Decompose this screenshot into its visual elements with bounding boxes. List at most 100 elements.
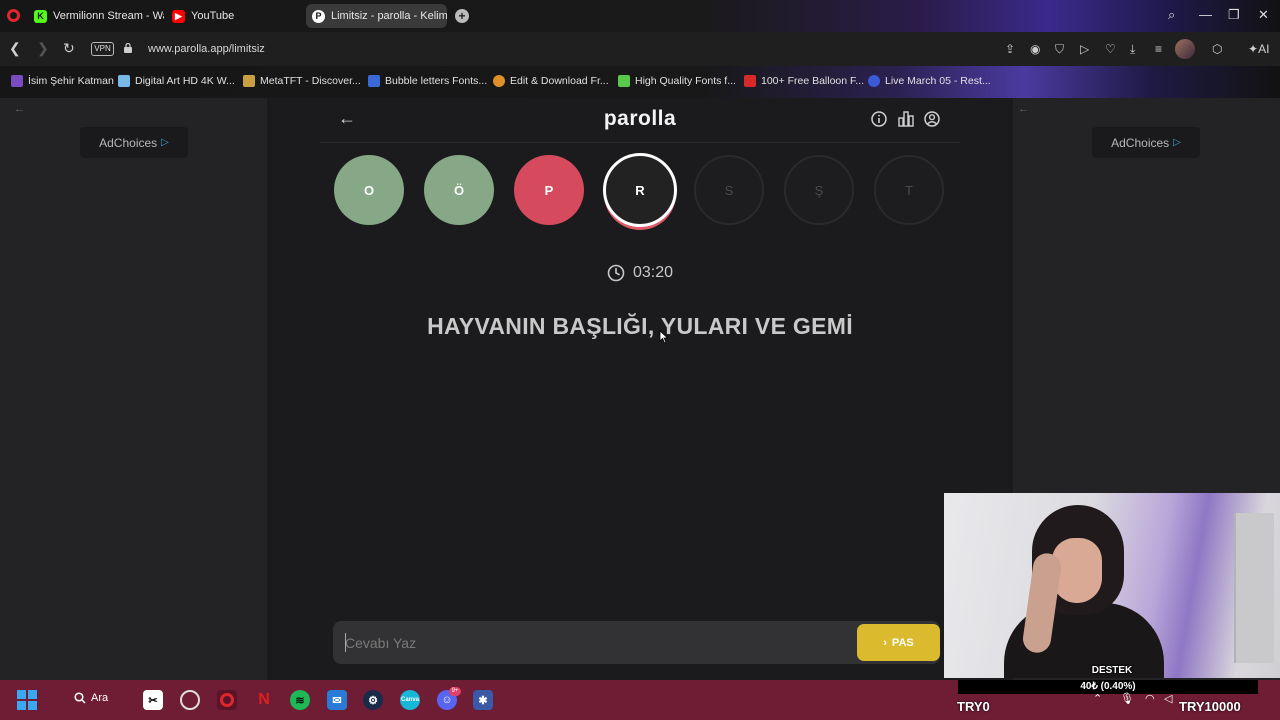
heart-icon[interactable]: ♡ xyxy=(1105,42,1116,56)
pass-button[interactable]: › PAS xyxy=(857,624,940,661)
volume-icon[interactable]: ◁ xyxy=(1164,692,1172,705)
letter-circle-pending: Ş xyxy=(784,155,854,225)
search-label: Ara xyxy=(91,692,109,704)
play-icon[interactable]: ▷ xyxy=(1080,42,1089,56)
mail-icon[interactable]: ✉ xyxy=(327,690,347,710)
arrow-left-icon: ← xyxy=(14,103,25,115)
canva-icon[interactable]: Canva xyxy=(400,690,420,710)
tab-kick[interactable]: K Vermilionn Stream - Watc xyxy=(28,4,164,28)
destek-label: DESTEK xyxy=(1091,665,1133,676)
bookmark-label: High Quality Fonts f... xyxy=(635,75,736,87)
clock-icon xyxy=(607,264,625,282)
bookmark-label: Bubble letters Fonts... xyxy=(385,75,488,87)
browser-tab-bar: K Vermilionn Stream - Watc ▶ YouTube P L… xyxy=(0,0,1280,32)
obs-icon[interactable] xyxy=(180,690,200,710)
letter-circle-current: R xyxy=(603,153,677,227)
chevron-right-icon: › xyxy=(883,636,887,649)
left-ad-rail: ← AdChoices ▷ xyxy=(0,98,267,680)
opera-menu-icon[interactable] xyxy=(7,9,20,22)
vpn-badge[interactable]: VPN xyxy=(91,42,114,56)
bookmark-label: İsim Şehir Katman xyxy=(28,75,114,87)
bookmark-item[interactable]: Live March 05 - Rest... xyxy=(868,75,991,87)
new-tab-button[interactable]: + xyxy=(455,9,469,23)
adchoices-label: AdChoices xyxy=(99,135,158,150)
brand-title: parolla xyxy=(603,107,677,130)
download-icon[interactable]: ⤓ xyxy=(1130,42,1135,57)
high-quality-fonts-icon xyxy=(618,75,630,87)
url-field[interactable]: www.parolla.app/limitsiz xyxy=(148,43,265,55)
bookmark-item[interactable]: 100+ Free Balloon F... xyxy=(744,75,864,87)
ai-label: AI xyxy=(1258,42,1270,56)
stats-icon[interactable] xyxy=(898,111,914,127)
ai-sparkle-icon[interactable]: ✦AI xyxy=(1248,42,1269,56)
game-panel: ← parolla O Ö P R S Ş T 03:20 HAYVANIN B… xyxy=(320,98,960,680)
microphone-icon[interactable]: 🎙 xyxy=(1120,692,1134,705)
back-icon[interactable]: ❮ xyxy=(9,40,21,57)
letter-circle-pending: T xyxy=(874,155,944,225)
bookmarks-bar: İsim Şehir Katman Digital Art HD 4K W...… xyxy=(0,66,1280,98)
info-icon[interactable] xyxy=(871,111,887,127)
balloon-fonts-icon xyxy=(744,75,756,87)
bookmark-item[interactable]: Digital Art HD 4K W... xyxy=(118,75,235,87)
adchoices-icon: ▷ xyxy=(161,137,169,148)
letter-circle-correct: Ö xyxy=(424,155,494,225)
tab-youtube[interactable]: ▶ YouTube xyxy=(166,4,246,28)
edit-download-icon xyxy=(493,75,505,87)
metatft-icon xyxy=(243,75,255,87)
restore-icon[interactable]: ❐ xyxy=(1228,7,1240,23)
taskbar-search[interactable]: Ara xyxy=(74,692,108,704)
tab-label: YouTube xyxy=(191,10,235,22)
bookmark-item[interactable]: MetaTFT - Discover... xyxy=(243,75,361,87)
app-icon[interactable]: ✱ xyxy=(473,690,493,710)
wifi-icon[interactable]: ◠ xyxy=(1145,692,1155,705)
discord-badge: 9+ xyxy=(449,687,461,696)
adchoices-badge[interactable]: AdChoices ▷ xyxy=(1092,127,1200,158)
bookshelf xyxy=(1234,513,1274,663)
menu-icon[interactable]: ≡ xyxy=(1155,42,1162,56)
try-right-label: TRY10000 xyxy=(1179,699,1241,714)
netflix-icon[interactable]: N xyxy=(254,690,274,710)
share-icon[interactable]: ⇪ xyxy=(1005,42,1015,56)
forward-icon[interactable]: ❯ xyxy=(37,40,49,57)
answer-bar: › PAS xyxy=(333,621,940,664)
live-march-icon xyxy=(868,75,880,87)
bookmark-label: Digital Art HD 4K W... xyxy=(135,75,235,87)
lock-icon xyxy=(124,43,132,53)
shield-icon[interactable]: ⛉ xyxy=(1055,42,1064,57)
answer-input[interactable] xyxy=(345,632,825,654)
header-divider xyxy=(320,142,960,143)
tray-chevron-icon[interactable]: ⌃ xyxy=(1093,692,1102,705)
windows-start-icon[interactable] xyxy=(17,690,37,710)
adchoices-label: AdChoices xyxy=(1111,135,1170,150)
camera-icon[interactable]: ◉ xyxy=(1030,42,1040,56)
bookmark-label: MetaTFT - Discover... xyxy=(260,75,361,87)
adchoices-badge[interactable]: AdChoices ▷ xyxy=(80,127,188,158)
profile-icon[interactable] xyxy=(924,111,940,127)
opera-taskbar-icon[interactable] xyxy=(217,690,237,710)
reload-icon[interactable]: ↻ xyxy=(63,40,75,57)
close-window-icon[interactable]: ✕ xyxy=(1258,7,1269,23)
minimize-icon[interactable]: — xyxy=(1199,7,1212,22)
destek-value: 40₺ (0.40%) xyxy=(1080,681,1136,692)
capcut-icon[interactable]: ✂ xyxy=(143,690,163,710)
bookmark-item[interactable]: Edit & Download Fr... xyxy=(493,75,609,87)
extensions-icon[interactable]: ⬡ xyxy=(1212,42,1222,56)
steam-icon[interactable]: ⚙ xyxy=(363,690,383,710)
spotify-icon[interactable]: ≋ xyxy=(290,690,310,710)
webcam-overlay: DESTEK xyxy=(944,493,1280,678)
bookmark-label: 100+ Free Balloon F... xyxy=(761,75,865,87)
search-tabs-icon[interactable]: ⌕ xyxy=(1168,7,1175,23)
profile-avatar[interactable] xyxy=(1175,39,1195,59)
letter-circle-correct: O xyxy=(334,155,404,225)
bookmark-item[interactable]: Bubble letters Fonts... xyxy=(368,75,487,87)
arrow-left-icon: ← xyxy=(1018,103,1029,115)
bookmark-item[interactable]: İsim Şehir Katman xyxy=(11,75,114,87)
letter-circle-wrong: P xyxy=(514,155,584,225)
bubble-letters-icon xyxy=(368,75,380,87)
tab-parolla[interactable]: P Limitsiz - parolla - Kelime xyxy=(306,4,447,28)
text-caret xyxy=(345,633,346,652)
search-icon xyxy=(74,692,86,704)
mouse-cursor-icon xyxy=(659,330,669,344)
pass-label: PAS xyxy=(891,636,914,649)
bookmark-item[interactable]: High Quality Fonts f... xyxy=(618,75,736,87)
